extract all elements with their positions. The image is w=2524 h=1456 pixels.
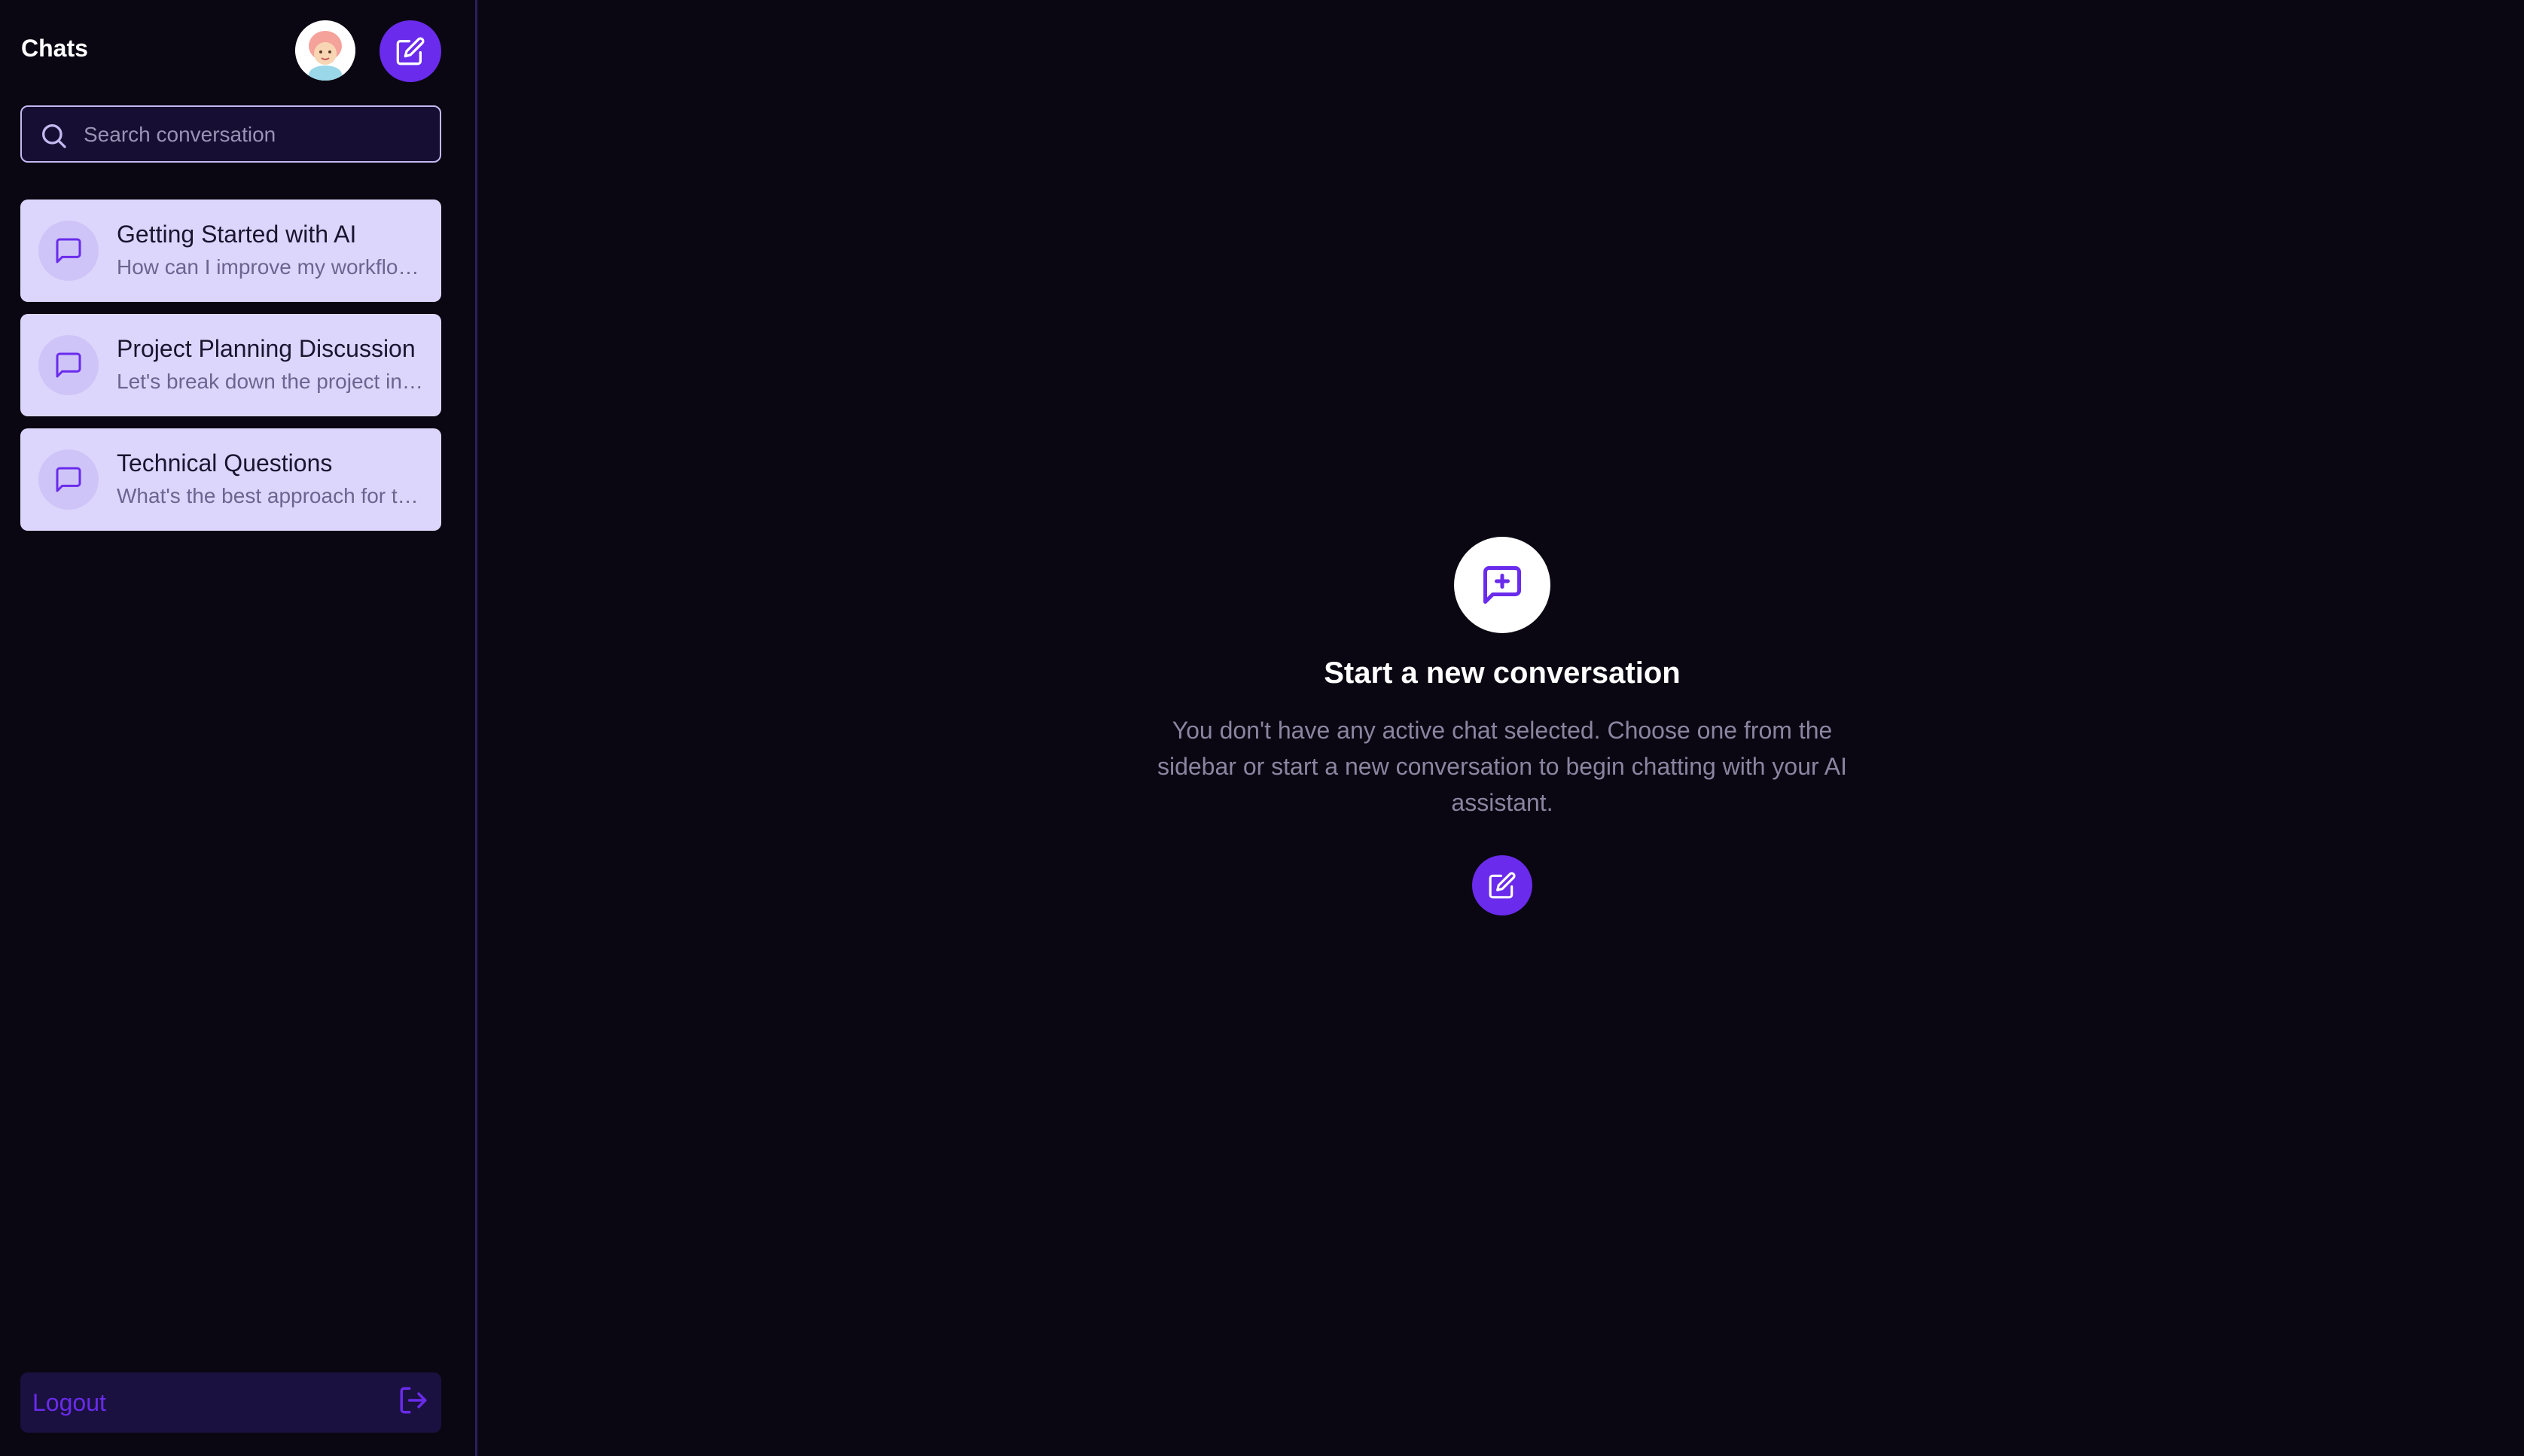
chat-item-project-planning[interactable]: Project Planning Discussion Let's break … xyxy=(20,314,441,416)
message-square-plus-icon xyxy=(1483,566,1521,604)
sidebar: Chats Search conversation Getting Starte… xyxy=(0,0,477,1456)
chat-preview: What's the best approach for this proble… xyxy=(117,484,425,507)
sidebar-title: Chats xyxy=(21,35,88,62)
message-square-icon xyxy=(56,467,81,492)
chat-icon-circle xyxy=(38,221,99,281)
message-square-icon xyxy=(56,352,81,378)
start-new-chat-button[interactable] xyxy=(1472,855,1532,915)
chat-title: Project Planning Discussion xyxy=(117,335,416,362)
chat-title: Getting Started with AI xyxy=(117,221,357,248)
logout-button[interactable]: Logout xyxy=(20,1372,441,1433)
chat-title: Technical Questions xyxy=(117,449,333,477)
chat-icon-circle xyxy=(38,335,99,395)
empty-state-icon-circle xyxy=(1454,537,1550,633)
search-box xyxy=(20,105,441,163)
chat-preview: Let's break down the project into smalle… xyxy=(117,370,425,393)
edit-icon xyxy=(1489,872,1516,899)
message-square-icon xyxy=(56,238,81,263)
avatar-illustration xyxy=(295,20,355,81)
logout-icon xyxy=(400,1387,427,1414)
chat-item-technical-questions[interactable]: Technical Questions What's the best appr… xyxy=(20,428,441,531)
chat-icon-circle xyxy=(38,449,99,510)
empty-state-title: Start a new conversation xyxy=(1324,656,1681,690)
app: Chats Search conversation Getting Starte… xyxy=(0,0,2524,1456)
empty-state-description: You don't have any active chat selected.… xyxy=(1157,717,1848,816)
search-input[interactable] xyxy=(82,107,431,163)
edit-icon xyxy=(396,37,425,65)
chat-preview: How can I improve my workflow with AI to… xyxy=(117,255,425,279)
chat-item-getting-started[interactable]: Getting Started with AI How can I improv… xyxy=(20,200,441,302)
new-chat-button[interactable] xyxy=(380,20,441,82)
avatar[interactable] xyxy=(295,20,355,81)
search-icon xyxy=(42,124,66,148)
logout-label: Logout xyxy=(32,1389,106,1416)
